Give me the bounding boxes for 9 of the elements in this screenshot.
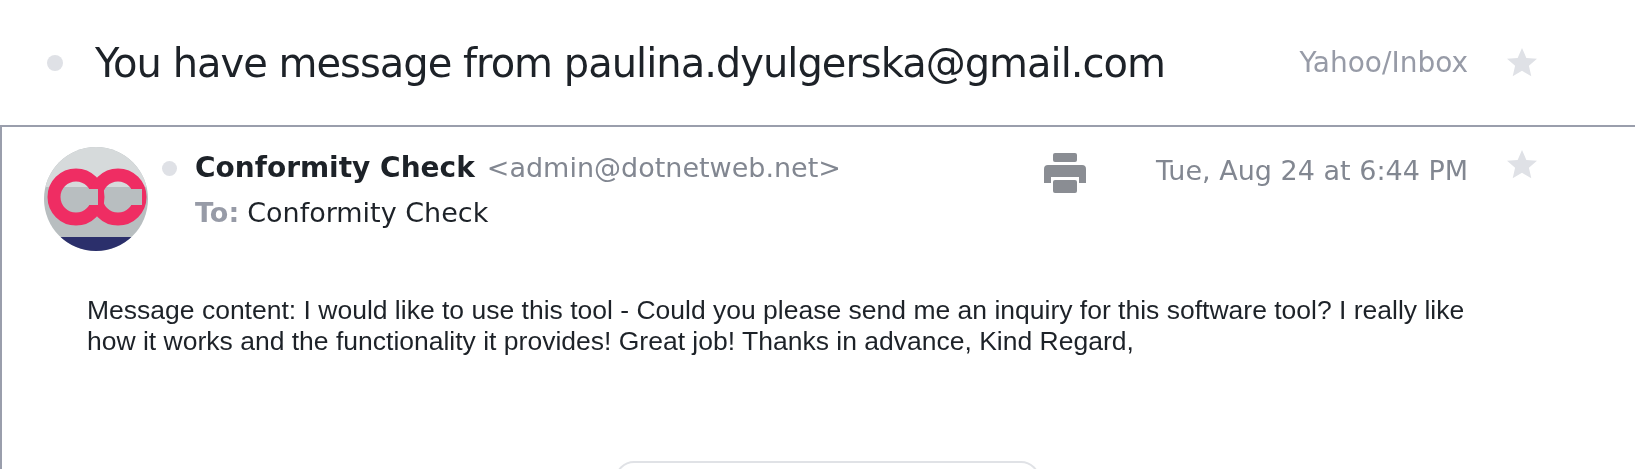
folder-label[interactable]: Yahoo/Inbox [1299,41,1468,84]
print-icon[interactable] [1043,153,1086,193]
sender-email: <admin@dotnetweb.net> [486,151,841,185]
recipient-label: To: [195,196,240,230]
message-body: Message content: I would like to use this tool - Could you please send me an inquiry for this software tool? I really like how it works and the functionality it provides! Great job! Thanks in advance, Kind Regard, [86,295,1466,357]
recipient-name: Conformity Check [247,196,489,230]
message-date: Tue, Aug 24 at 6:44 PM [1155,154,1468,188]
email-subject: You have message from paulina.dyulgerska@gmail.com [95,38,1165,88]
sender-name: Conformity Check [195,150,475,186]
